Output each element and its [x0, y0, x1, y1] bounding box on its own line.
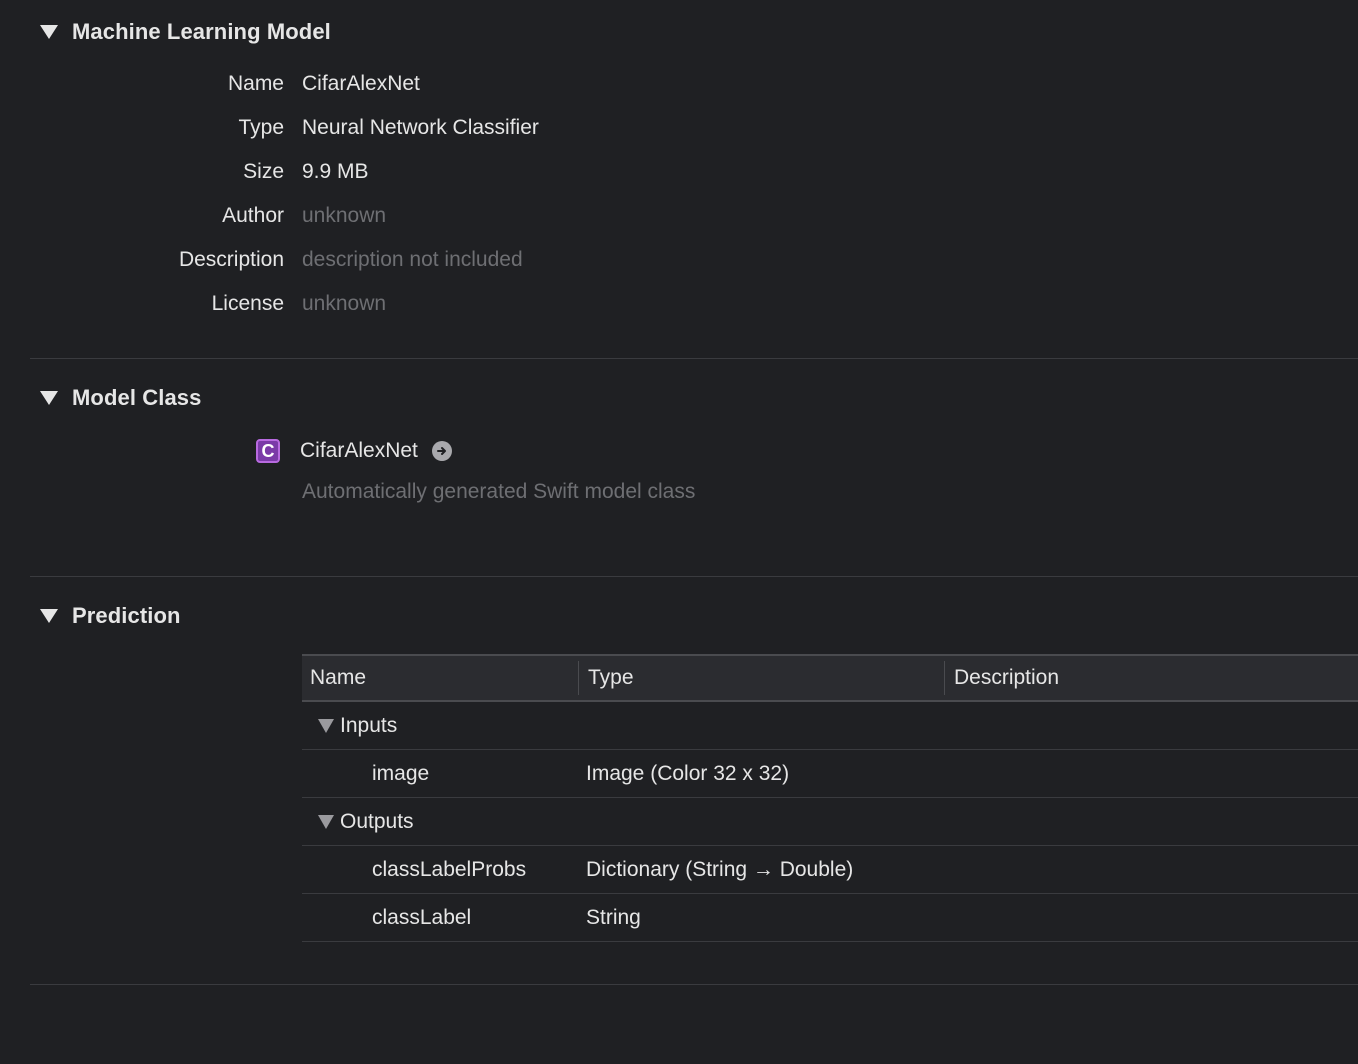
go-to-class-button[interactable]: [431, 441, 452, 461]
feature-type: Dictionary (String → Double): [586, 857, 854, 881]
section-title: Model Class: [72, 385, 202, 410]
property-value: Neural Network Classifier: [302, 116, 539, 139]
model-class-row: C CifarAlexNet: [256, 436, 452, 466]
property-label: Name: [227, 72, 284, 95]
model-class-name: CifarAlexNet: [300, 439, 418, 462]
table-row[interactable]: classLabel String: [302, 894, 1358, 942]
disclosure-triangle-icon[interactable]: [40, 25, 58, 39]
section-divider: [30, 984, 1358, 985]
property-row-license: License unknown: [0, 289, 900, 319]
column-header-name[interactable]: Name: [310, 656, 366, 700]
table-row[interactable]: image Image (Color 32 x 32): [302, 750, 1358, 798]
table-row[interactable]: classLabelProbs Dictionary (String → Dou…: [302, 846, 1358, 894]
property-row-type: Type Neural Network Classifier: [0, 113, 900, 143]
property-row-size: Size 9.9 MB: [0, 157, 900, 187]
group-label: Outputs: [340, 809, 414, 833]
table-group-row-inputs[interactable]: Inputs: [302, 702, 1358, 750]
section-model-class-header[interactable]: Model Class: [40, 383, 201, 413]
feature-name: classLabelProbs: [372, 857, 527, 881]
feature-type: String: [586, 905, 641, 929]
feature-type: Image (Color 32 x 32): [586, 761, 790, 785]
group-toggle[interactable]: Inputs: [318, 702, 397, 749]
prediction-table: Name Type Description Inputs image Image…: [302, 654, 1358, 942]
arrow-right-icon: [436, 447, 446, 455]
section-prediction-header[interactable]: Prediction: [40, 601, 181, 631]
property-value: description not included: [302, 248, 523, 271]
section-title: Prediction: [72, 603, 181, 628]
section-title: Machine Learning Model: [72, 19, 331, 44]
section-divider: [30, 576, 1358, 577]
property-row-description: Description description not included: [0, 245, 900, 275]
disclosure-triangle-icon[interactable]: [318, 718, 334, 733]
disclosure-triangle-icon[interactable]: [40, 609, 58, 623]
property-row-author: Author unknown: [0, 201, 900, 231]
property-value: CifarAlexNet: [302, 72, 420, 95]
property-label: Size: [243, 160, 284, 183]
feature-name: classLabel: [372, 905, 472, 929]
table-group-row-outputs[interactable]: Outputs: [302, 798, 1358, 846]
table-header: Name Type Description: [302, 654, 1358, 702]
group-label: Inputs: [340, 713, 398, 737]
disclosure-triangle-icon[interactable]: [40, 391, 58, 405]
class-badge-icon: C: [256, 439, 280, 463]
feature-name: image: [372, 761, 430, 785]
model-class-description: Automatically generated Swift model clas…: [302, 480, 696, 503]
property-value: unknown: [302, 204, 387, 227]
property-label: Description: [178, 248, 284, 271]
section-ml-model-header[interactable]: Machine Learning Model: [40, 17, 331, 47]
model-inspector: Machine Learning Model Name CifarAlexNet…: [0, 0, 1358, 1064]
column-separator[interactable]: [578, 661, 579, 695]
disclosure-triangle-icon[interactable]: [318, 814, 334, 829]
property-label: Author: [222, 204, 284, 227]
property-value: unknown: [302, 292, 387, 315]
property-label: License: [211, 292, 284, 315]
property-row-name: Name CifarAlexNet: [0, 69, 900, 99]
column-header-description[interactable]: Description: [954, 656, 1059, 700]
column-separator[interactable]: [944, 661, 945, 695]
column-header-type[interactable]: Type: [588, 656, 634, 700]
section-divider: [30, 358, 1358, 359]
group-toggle[interactable]: Outputs: [318, 798, 414, 845]
property-label: Type: [238, 116, 284, 139]
property-value: 9.9 MB: [302, 160, 369, 183]
